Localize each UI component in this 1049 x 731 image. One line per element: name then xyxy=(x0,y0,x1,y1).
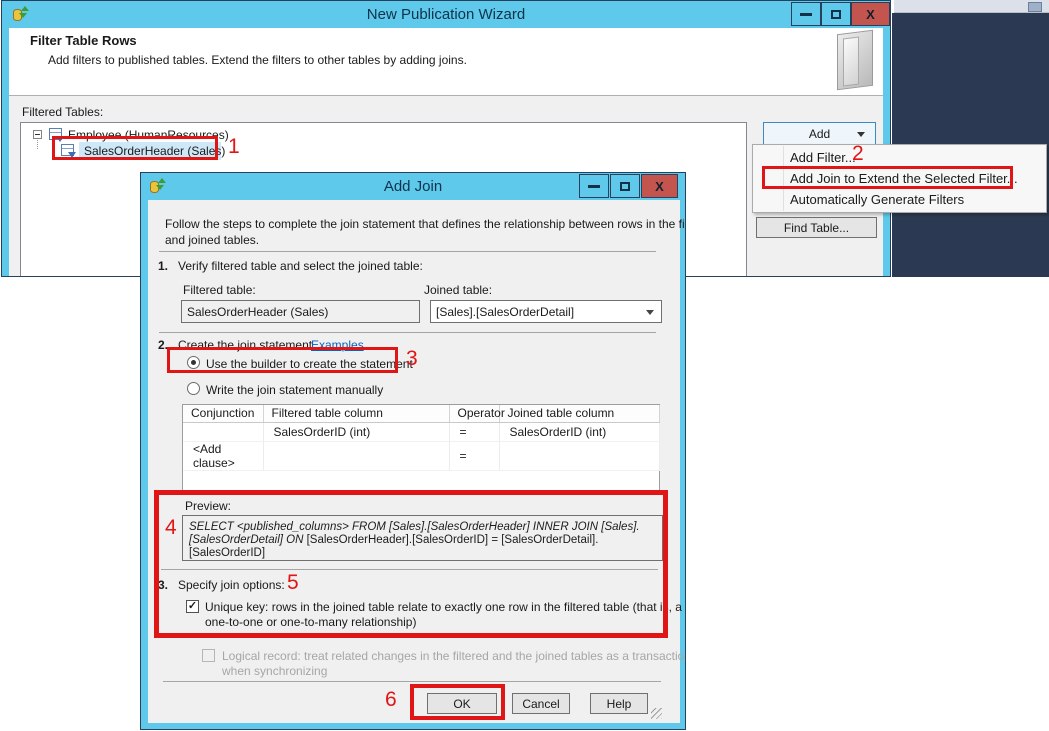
minimize-icon xyxy=(800,13,812,16)
filter-table-graphic xyxy=(837,30,873,90)
help-button-label: Help xyxy=(607,697,632,711)
wizard-window-title: New Publication Wizard xyxy=(2,6,890,23)
page-title: Filter Table Rows xyxy=(30,34,137,48)
grid-header-conjunction: Conjunction xyxy=(183,405,263,422)
filtered-table-value: SalesOrderHeader (Sales) xyxy=(187,305,328,319)
annotation-number-5: 5 xyxy=(287,572,299,594)
radio-write-manually-label[interactable]: Write the join statement manually xyxy=(206,383,383,397)
grid-cell-conjunction[interactable] xyxy=(183,422,263,441)
menu-item-add-filter[interactable]: Add Filter... xyxy=(755,147,1044,168)
grid-header-filtered-column: Filtered table column xyxy=(263,405,449,422)
annotation-number-3: 3 xyxy=(406,348,418,370)
divider xyxy=(159,251,656,252)
combo-arrow-icon[interactable] xyxy=(646,310,654,315)
filtered-table-field[interactable]: SalesOrderHeader (Sales) xyxy=(181,300,420,323)
step1-text: Verify filtered table and select the joi… xyxy=(178,259,423,273)
grid-header-joined-column: Joined table column xyxy=(499,405,659,422)
background-window-icon xyxy=(1028,2,1042,12)
dialog-minimize-button[interactable] xyxy=(579,174,609,198)
maximize-icon xyxy=(831,10,841,19)
annotation-number-4: 4 xyxy=(165,517,177,539)
annotation-number-1: 1 xyxy=(228,136,240,158)
find-table-button-label: Find Table... xyxy=(784,221,849,235)
cancel-button[interactable]: Cancel xyxy=(512,693,570,714)
dialog-intro: and joined tables. xyxy=(165,233,259,247)
resize-grip-icon[interactable] xyxy=(651,708,662,719)
wizard-close-button[interactable]: X xyxy=(851,2,890,26)
logical-record-label: when synchronizing xyxy=(222,664,327,678)
logical-record-checkbox xyxy=(202,649,215,662)
annotation-box-2 xyxy=(762,166,1013,189)
grid-row: <Add clause> = xyxy=(183,441,659,470)
annotation-number-6: 6 xyxy=(385,689,397,711)
filtered-table-label: Filtered table: xyxy=(183,283,256,297)
menu-item-label: Add Filter... xyxy=(790,150,856,165)
annotation-box-1 xyxy=(52,136,218,160)
join-builder-grid: Conjunction Filtered table column Operat… xyxy=(182,404,660,491)
radio-write-manually[interactable] xyxy=(187,382,200,395)
grid-cell-filtered-column[interactable]: SalesOrderID (int) xyxy=(263,422,449,441)
grid-cell-joined-column[interactable] xyxy=(499,441,659,470)
grid-row: SalesOrderID (int) = SalesOrderID (int) xyxy=(183,422,659,441)
tree-collapse-icon[interactable] xyxy=(33,130,42,139)
help-button[interactable]: Help xyxy=(590,693,648,714)
close-icon: X xyxy=(655,179,664,194)
menu-item-label: Automatically Generate Filters xyxy=(790,192,964,207)
grid-header-operator: Operator xyxy=(449,405,499,422)
maximize-icon xyxy=(620,182,630,191)
grid-cell-joined-column[interactable]: SalesOrderID (int) xyxy=(499,422,659,441)
grid-cell-operator[interactable]: = xyxy=(449,422,499,441)
filtered-tables-label: Filtered Tables: xyxy=(22,105,103,119)
step1-number: 1. xyxy=(158,259,168,273)
wizard-header: Filter Table Rows Add filters to publish… xyxy=(9,28,883,96)
add-join-dialog: Add Join X Follow the steps to complete … xyxy=(140,172,686,730)
dialog-intro: Follow the steps to complete the join st… xyxy=(165,217,686,231)
add-button-label: Add xyxy=(809,127,830,141)
annotation-number-2: 2 xyxy=(852,143,864,165)
dialog-content: Follow the steps to complete the join st… xyxy=(148,200,680,723)
close-icon: X xyxy=(866,7,875,22)
annotation-box-3 xyxy=(167,347,398,373)
wizard-minimize-button[interactable] xyxy=(791,2,821,26)
annotation-box-6 xyxy=(410,684,505,720)
divider xyxy=(159,332,656,333)
wizard-maximize-button[interactable] xyxy=(821,2,851,26)
grid-cell-filtered-column[interactable] xyxy=(263,441,449,470)
joined-table-combobox[interactable]: [Sales].[SalesOrderDetail] xyxy=(430,300,662,323)
dialog-close-button[interactable]: X xyxy=(641,174,678,198)
page-subtitle: Add filters to published tables. Extend … xyxy=(48,53,467,67)
background-window-strip xyxy=(894,0,1049,13)
grid-cell-add-clause[interactable]: <Add clause> xyxy=(183,441,263,470)
menu-item-auto-generate[interactable]: Automatically Generate Filters xyxy=(755,189,1044,210)
logical-record-label: Logical record: treat related changes in… xyxy=(222,649,686,663)
dropdown-arrow-icon xyxy=(857,132,865,137)
divider xyxy=(163,681,661,682)
minimize-icon xyxy=(588,185,600,188)
cancel-button-label: Cancel xyxy=(522,697,559,711)
wizard-titlebar[interactable]: New Publication Wizard X xyxy=(2,1,890,28)
dialog-titlebar[interactable]: Add Join X xyxy=(141,173,685,200)
find-table-button[interactable]: Find Table... xyxy=(756,217,877,238)
dialog-maximize-button[interactable] xyxy=(610,174,640,198)
annotation-box-4 xyxy=(154,490,668,638)
joined-table-value: [Sales].[SalesOrderDetail] xyxy=(436,305,574,319)
grid-cell-operator[interactable]: = xyxy=(449,441,499,470)
joined-table-label: Joined table: xyxy=(424,283,492,297)
